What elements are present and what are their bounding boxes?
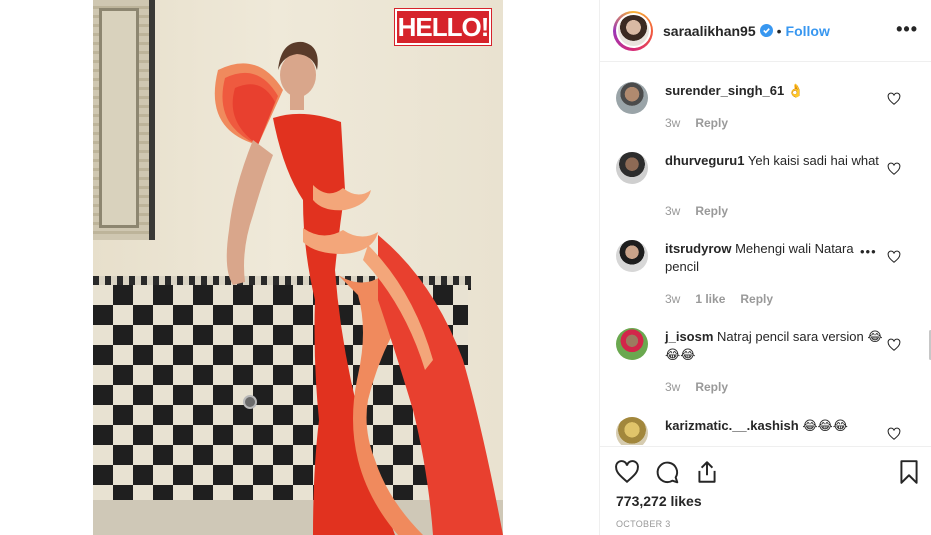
more-options-button[interactable]: ••• [896,20,918,38]
commenter-avatar[interactable] [616,328,648,360]
comment-username[interactable]: surender_singh_61 [665,83,784,98]
comment-text: 👌 [787,83,805,98]
like-comment-heart-icon[interactable] [887,250,901,264]
comment-options-button[interactable]: ••• [858,244,879,259]
like-comment-heart-icon[interactable] [887,338,901,352]
post-date[interactable]: OCTOBER 3 [616,519,671,529]
like-comment-heart-icon[interactable] [887,92,901,106]
post-header: saraalikhan95 • Follow ••• [600,0,931,62]
comment-text: Yeh kaisi sadi hai what [747,153,879,168]
background-mirror [93,0,155,240]
post-photo[interactable]: HELLO! [93,0,503,535]
commenter-avatar[interactable] [616,240,648,272]
post-actions: 773,272 likes OCTOBER 3 [600,446,931,535]
ruffle-sleeve [214,63,283,146]
comment-username[interactable]: dhurveguru1 [665,153,744,168]
commenter-avatar[interactable] [616,417,648,445]
like-comment-heart-icon[interactable] [887,162,901,176]
comment-likes[interactable]: 1 like [695,292,725,306]
comment-username[interactable]: j_isosm [665,329,713,344]
reply-button[interactable]: Reply [740,292,773,306]
bookmark-icon[interactable] [896,459,922,485]
heart-icon[interactable] [614,459,640,485]
comment-age: 3w [665,116,681,130]
post-sidebar: saraalikhan95 • Follow ••• surender_sing… [599,0,931,535]
separator-dot: • [776,22,782,39]
instagram-post: HELLO! saraalikhan95 • Follow ••• surend… [0,0,931,535]
comment-age: 3w [665,204,681,218]
hello-magazine-logo: HELLO! [394,8,492,46]
commenter-avatar[interactable] [616,82,648,114]
comment-age: 3w [665,380,681,394]
like-comment-heart-icon[interactable] [887,427,901,441]
comment-text: 😂😂😂 [802,418,848,433]
owner-avatar[interactable] [613,10,653,51]
follow-button[interactable]: Follow [786,23,830,39]
commenter-avatar[interactable] [616,152,648,184]
reply-button[interactable]: Reply [695,204,728,218]
comments-list: surender_singh_61 👌 3w Reply dhurveguru1… [600,63,931,445]
owner-username[interactable]: saraalikhan95 [663,23,756,39]
reply-button[interactable]: Reply [695,116,728,130]
reply-button[interactable]: Reply [695,380,728,394]
comment-age: 3w [665,292,681,306]
woman-in-red-saree [214,41,503,535]
share-icon[interactable] [694,459,720,485]
verified-badge-icon [759,24,773,37]
likes-count[interactable]: 773,272 likes [616,493,702,509]
comment-username[interactable]: karizmatic.__.kashish [665,418,799,433]
comment-icon[interactable] [654,459,680,485]
comment-username[interactable]: itsrudyrow [665,241,731,256]
